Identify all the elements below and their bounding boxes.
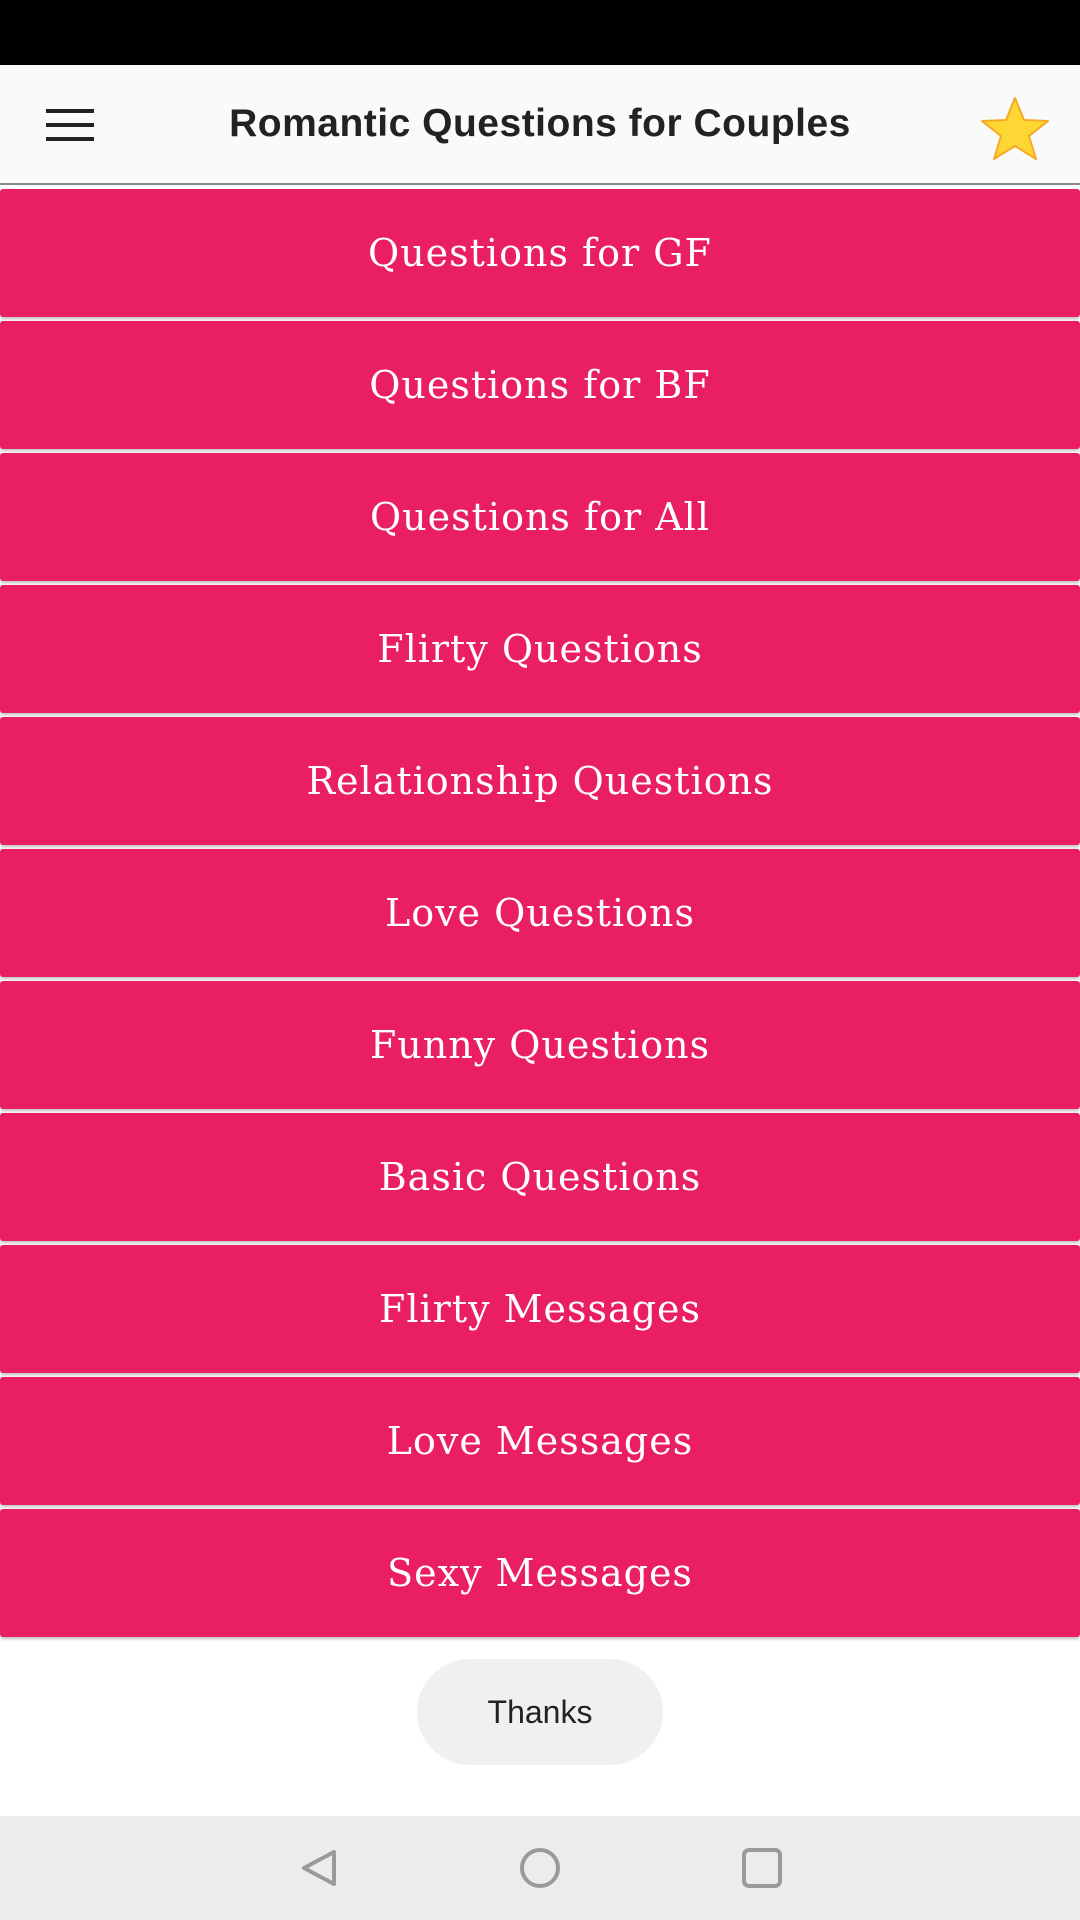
hamburger-menu-icon[interactable]	[44, 107, 98, 143]
menu-button-relationship-questions[interactable]: Relationship Questions	[0, 717, 1080, 845]
menu-button-questions-for-gf[interactable]: Questions for GF	[0, 189, 1080, 317]
app-bar: Romantic Questions for Couples	[0, 65, 1080, 185]
status-bar	[0, 0, 1080, 65]
home-circle-icon[interactable]	[510, 1838, 570, 1898]
menu-button-questions-for-bf[interactable]: Questions for BF	[0, 321, 1080, 449]
menu-button-basic-questions[interactable]: Basic Questions	[0, 1113, 1080, 1241]
app-title: Romantic Questions for Couples	[229, 102, 851, 145]
menu-button-flirty-messages[interactable]: Flirty Messages	[0, 1245, 1080, 1373]
star-icon[interactable]	[978, 95, 1052, 163]
menu-button-questions-for-all[interactable]: Questions for All	[0, 453, 1080, 581]
menu-button-love-messages[interactable]: Love Messages	[0, 1377, 1080, 1505]
menu-list: Questions for GF Questions for BF Questi…	[0, 189, 1080, 1641]
back-triangle-icon[interactable]	[290, 1838, 350, 1898]
menu-button-flirty-questions[interactable]: Flirty Questions	[0, 585, 1080, 713]
menu-button-love-questions[interactable]: Love Questions	[0, 849, 1080, 977]
navigation-bar	[0, 1816, 1080, 1920]
recents-square-icon[interactable]	[732, 1838, 792, 1898]
menu-button-sexy-messages[interactable]: Sexy Messages	[0, 1509, 1080, 1637]
menu-button-funny-questions[interactable]: Funny Questions	[0, 981, 1080, 1109]
thanks-button[interactable]: Thanks	[417, 1659, 663, 1765]
